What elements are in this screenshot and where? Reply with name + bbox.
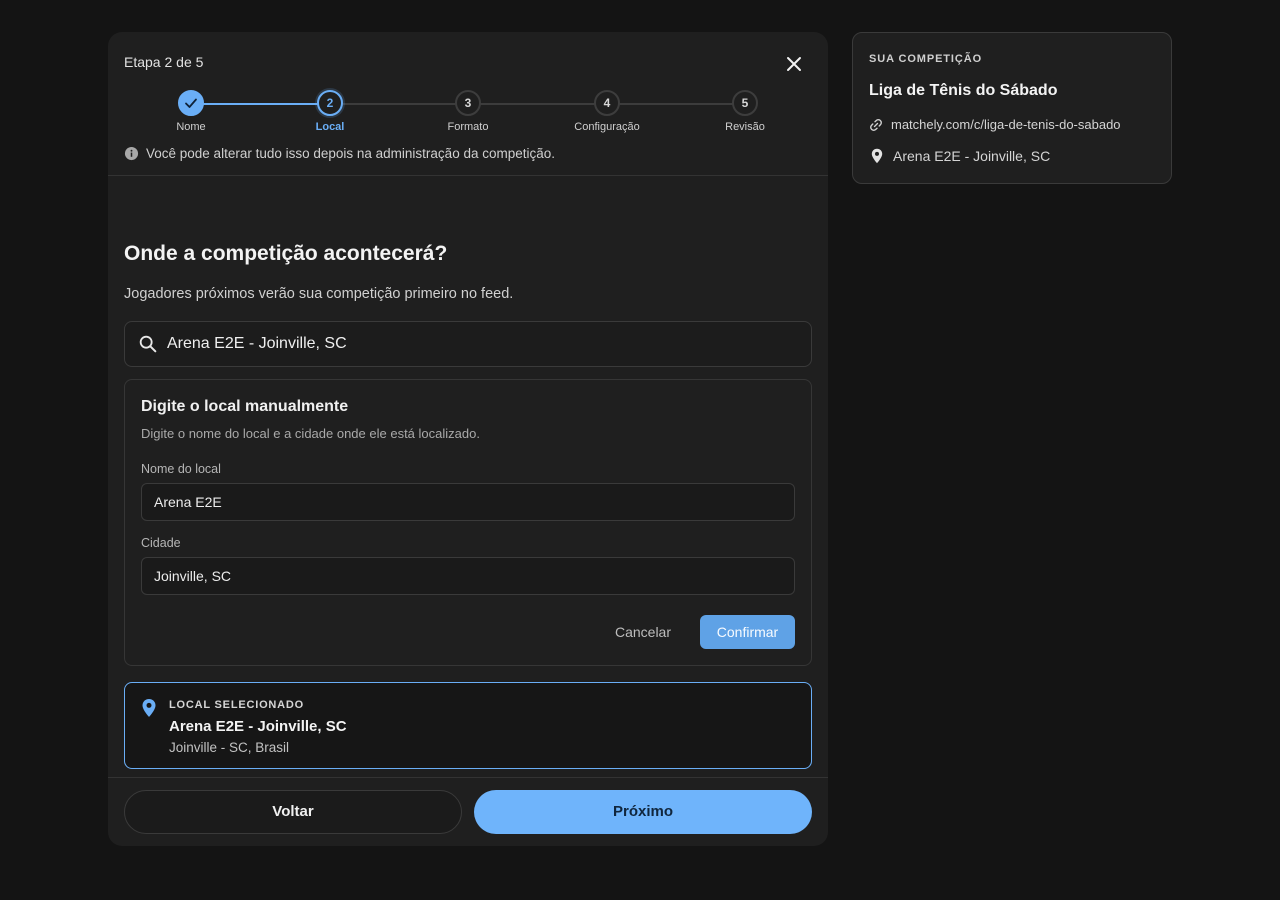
step-label: Nome <box>176 121 206 133</box>
wizard-footer: Voltar Próximo <box>108 777 828 846</box>
step-circle <box>178 90 204 116</box>
manual-description: Digite o nome do local e a cidade onde e… <box>141 426 480 441</box>
close-icon <box>787 57 801 71</box>
check-icon <box>185 98 197 108</box>
manual-location-card: Digite o local manualmente Digite o nome… <box>124 379 812 666</box>
search-icon <box>139 335 157 353</box>
step-label: Configuração <box>574 121 640 133</box>
selected-location-name: Arena E2E - Joinville, SC <box>169 718 347 735</box>
step-circle: 4 <box>594 90 620 116</box>
next-button[interactable]: Próximo <box>474 790 812 834</box>
step-label: Revisão <box>725 121 765 133</box>
selected-location-address: Joinville - SC, Brasil <box>169 740 290 755</box>
city-field[interactable]: Joinville, SC <box>141 557 795 595</box>
competition-location: Arena E2E - Joinville, SC <box>893 148 1051 164</box>
wizard-modal: Etapa 2 de 5 Nome 2 Local 3 Formato 4 Co… <box>108 32 828 846</box>
step-circle: 5 <box>732 90 758 116</box>
selected-location-card[interactable]: LOCAL SELECIONADO Arena E2E - Joinville,… <box>124 682 812 769</box>
confirm-button[interactable]: Confirmar <box>700 615 795 649</box>
step-circle: 2 <box>317 90 343 116</box>
hint: Você pode alterar tudo isso depois na ad… <box>124 146 555 161</box>
close-button[interactable] <box>782 52 806 76</box>
step-2[interactable]: 2 Local <box>275 90 385 133</box>
step-1[interactable]: Nome <box>136 90 246 133</box>
venue-name-label: Nome do local <box>141 462 221 476</box>
back-button[interactable]: Voltar <box>124 790 462 834</box>
selected-location-kicker: LOCAL SELECIONADO <box>169 699 305 711</box>
stepper: Nome 2 Local 3 Formato 4 Configuração 5 … <box>124 90 812 140</box>
step-circle: 3 <box>455 90 481 116</box>
hint-text: Você pode alterar tudo isso depois na ad… <box>146 146 556 161</box>
wizard-header: Etapa 2 de 5 Nome 2 Local 3 Formato 4 Co… <box>108 32 828 176</box>
competition-location-row: Arena E2E - Joinville, SC <box>869 148 1050 164</box>
venue-name-field[interactable]: Arena E2E <box>141 483 795 521</box>
location-search-input[interactable]: Arena E2E - Joinville, SC <box>124 321 812 367</box>
competition-url: matchely.com/c/liga-de-tenis-do-sabado <box>891 117 1121 132</box>
search-value: Arena E2E - Joinville, SC <box>167 335 347 352</box>
competition-url-row: matchely.com/c/liga-de-tenis-do-sabado <box>869 117 1121 132</box>
summary-kicker: SUA COMPETIÇÃO <box>869 53 983 65</box>
manual-title: Digite o local manualmente <box>141 398 349 415</box>
page-title: Onde a competição acontecerá? <box>124 242 448 265</box>
step-label: Formato <box>447 121 489 133</box>
step-5[interactable]: 5 Revisão <box>690 90 800 133</box>
link-icon <box>870 118 882 131</box>
competition-summary-card: SUA COMPETIÇÃO Liga de Tênis do Sábado m… <box>852 32 1172 184</box>
cancel-button[interactable]: Cancelar <box>615 615 671 649</box>
step-label: Local <box>315 121 345 133</box>
step-3[interactable]: 3 Formato <box>413 90 523 133</box>
city-label: Cidade <box>141 536 181 550</box>
competition-title: Liga de Tênis do Sábado <box>869 82 1058 99</box>
page-subtitle: Jogadores próximos verão sua competição … <box>124 286 514 302</box>
step-4[interactable]: 4 Configuração <box>552 90 662 133</box>
info-icon <box>124 146 139 161</box>
stepper-connector <box>330 103 746 105</box>
step-count: Etapa 2 de 5 <box>124 54 204 70</box>
map-pin-icon <box>871 148 883 164</box>
map-pin-icon <box>142 699 156 717</box>
